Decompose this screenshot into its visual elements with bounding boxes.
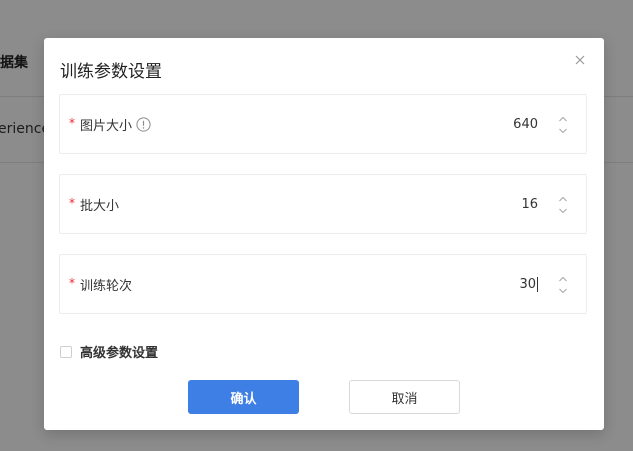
required-mark: * [69,276,75,290]
required-mark: * [69,196,75,210]
field-label: * 批大小 [69,175,119,233]
image-size-label: 图片大小 [80,118,133,134]
stepper-arrows-icon[interactable] [558,274,568,296]
modal-title: 训练参数设置 [60,62,162,82]
cancel-button[interactable]: 取消 [349,380,460,414]
stepper-arrows-icon[interactable] [558,114,568,136]
close-icon[interactable] [572,52,588,68]
stepper-arrows-icon[interactable] [558,194,568,216]
batch-size-label: 批大小 [80,198,120,214]
field-label: * 训练轮次 [69,255,132,313]
info-icon[interactable] [136,116,151,132]
field-label: * 图片大小 [69,95,151,153]
epochs-label: 训练轮次 [80,278,133,294]
batch-size-input[interactable]: 16 [521,175,538,233]
epochs-input[interactable]: 30 [519,255,538,313]
image-size-field[interactable]: * 图片大小 640 [59,94,587,154]
required-mark: * [69,116,75,130]
advanced-settings-checkbox[interactable] [60,345,72,358]
epochs-value: 30 [519,276,536,292]
advanced-settings-toggle[interactable]: 高级参数设置 [60,342,158,361]
batch-size-field[interactable]: * 批大小 16 [59,174,587,234]
text-cursor [537,276,538,292]
advanced-settings-label: 高级参数设置 [80,346,159,361]
confirm-button[interactable]: 确认 [188,380,299,414]
epochs-field[interactable]: * 训练轮次 30 [59,254,587,314]
image-size-input[interactable]: 640 [513,95,538,153]
training-params-dialog: 训练参数设置 * 图片大小 640 * 批大小 16 * 训练轮次 30 高级参… [44,38,604,430]
